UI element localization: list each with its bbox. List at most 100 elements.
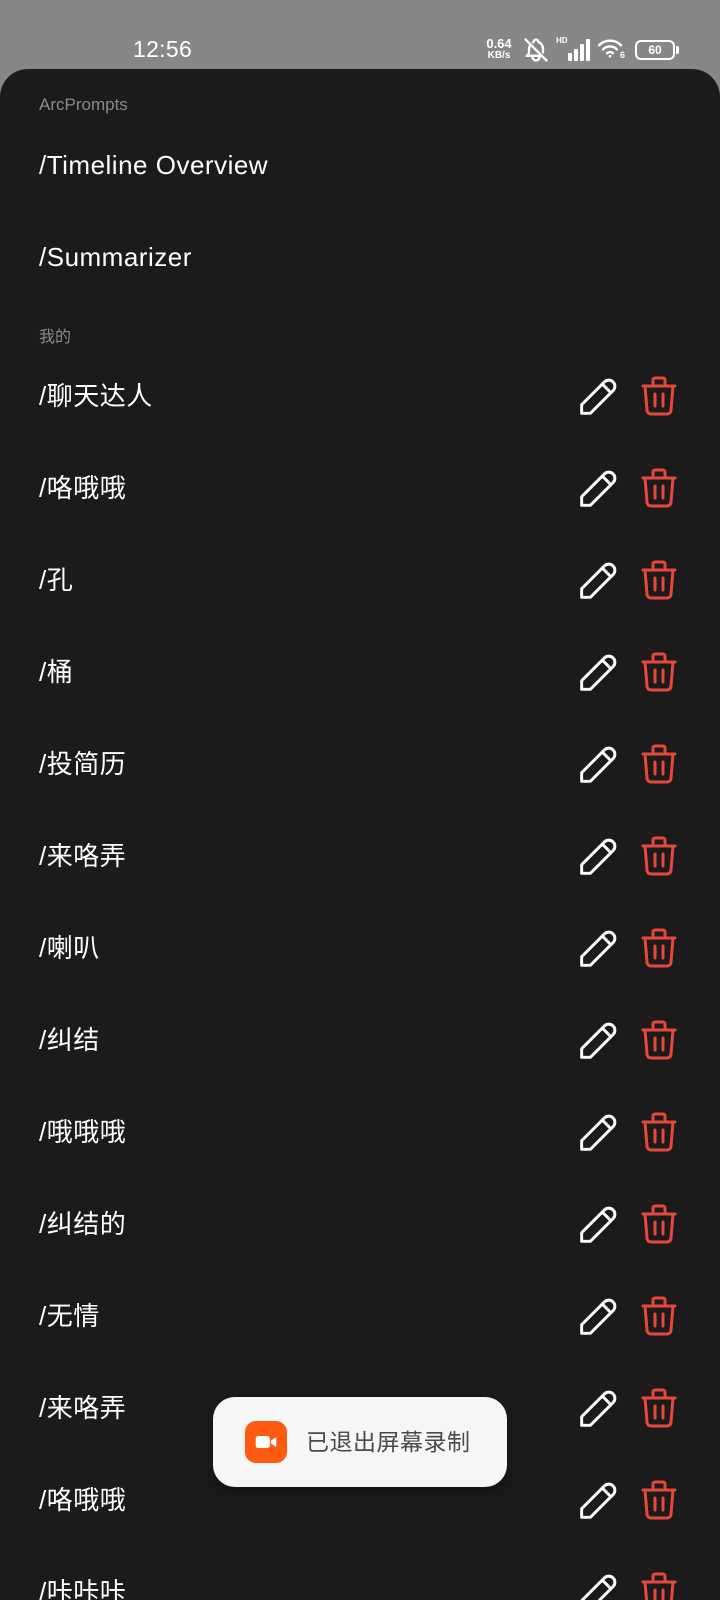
prompt-label: /纠结的 [39,1209,127,1239]
prompt-label: /哦哦哦 [39,1117,127,1147]
prompt-label: /咔咔咔 [39,1577,127,1600]
status-bar: 12:56 0.64 KB/s HD 6 60 [0,0,720,69]
pencil-icon [573,830,625,882]
edit-button[interactable] [573,1106,625,1158]
pencil-icon [573,554,625,606]
trash-icon [635,1384,683,1432]
pencil-icon [573,1014,625,1066]
trash-icon [635,1016,683,1064]
prompt-item[interactable]: /哦哦哦 [0,1086,720,1178]
pencil-icon [573,738,625,790]
delete-button[interactable] [635,648,683,696]
network-speed-unit: KB/s [487,50,511,61]
toast-message: 已退出屏幕录制 [306,1429,471,1455]
edit-button[interactable] [573,738,625,790]
prompt-label: /无情 [39,1301,100,1331]
trash-icon [635,464,683,512]
trash-icon [635,648,683,696]
wifi-icon: 6 [596,37,628,61]
wifi-generation-label: 6 [620,50,626,60]
trash-icon [635,1200,683,1248]
bell-off-icon [522,36,550,64]
prompt-item[interactable]: /喇叭 [0,902,720,994]
prompt-label: /喇叭 [39,933,100,963]
delete-button[interactable] [635,1384,683,1432]
edit-button[interactable] [573,554,625,606]
edit-button[interactable] [573,1566,625,1600]
delete-button[interactable] [635,1568,683,1600]
edit-button[interactable] [573,370,625,422]
edit-button[interactable] [573,462,625,514]
delete-button[interactable] [635,464,683,512]
delete-button[interactable] [635,372,683,420]
status-time: 12:56 [133,36,193,62]
network-speed: 0.64 KB/s [482,37,516,61]
cellular-signal-icon: HD [556,36,591,61]
trash-icon [635,832,683,880]
edit-button[interactable] [573,1014,625,1066]
prompt-label: /桶 [39,657,74,687]
prompt-picker-sheet: ArcPrompts /Timeline Overview /Summarize… [0,69,720,1600]
delete-button[interactable] [635,556,683,604]
pencil-icon [573,646,625,698]
delete-button[interactable] [635,1200,683,1248]
section-header-my-prompts: 我的 [39,329,72,346]
edit-button[interactable] [573,830,625,882]
delete-button[interactable] [635,740,683,788]
prompt-label: /来咯弄 [39,1393,127,1423]
prompt-item[interactable]: /来咯弄 [0,810,720,902]
edit-button[interactable] [573,1198,625,1250]
prompt-label: /Summarizer [39,242,192,272]
trash-icon [635,1292,683,1340]
delete-button[interactable] [635,1476,683,1524]
delete-button[interactable] [635,1016,683,1064]
prompt-label: /咯哦哦 [39,1485,127,1515]
prompt-label: /投简历 [39,749,127,779]
prompt-item[interactable]: /纠结的 [0,1178,720,1270]
prompt-item[interactable]: /桶 [0,626,720,718]
prompt-item[interactable]: /纠结 [0,994,720,1086]
prompt-label: /来咯弄 [39,841,127,871]
trash-icon [635,372,683,420]
edit-button[interactable] [573,1474,625,1526]
pencil-icon [573,1198,625,1250]
edit-button[interactable] [573,1290,625,1342]
delete-button[interactable] [635,924,683,972]
pencil-icon [573,370,625,422]
delete-button[interactable] [635,1108,683,1156]
pencil-icon [573,1382,625,1434]
video-camera-icon [245,1421,287,1463]
prompt-label: /纠结 [39,1025,100,1055]
pencil-icon [573,1106,625,1158]
prompt-item[interactable]: /无情 [0,1270,720,1362]
trash-icon [635,740,683,788]
delete-button[interactable] [635,832,683,880]
pencil-icon [573,1474,625,1526]
pencil-icon [573,1290,625,1342]
prompt-item[interactable]: /Summarizer [0,211,720,303]
screen-recording-toast: 已退出屏幕录制 [213,1397,507,1487]
edit-button[interactable] [573,922,625,974]
edit-button[interactable] [573,646,625,698]
trash-icon [635,1476,683,1524]
prompt-label: /孔 [39,565,74,595]
prompt-item[interactable]: /咯哦哦 [0,442,720,534]
prompt-item[interactable]: /投简历 [0,718,720,810]
signal-hd-label: HD [556,36,568,45]
prompt-label: /聊天达人 [39,381,153,411]
trash-icon [635,556,683,604]
delete-button[interactable] [635,1292,683,1340]
prompt-item[interactable]: /聊天达人 [0,350,720,442]
pencil-icon [573,922,625,974]
prompt-item[interactable]: /咔咔咔 [0,1546,720,1600]
battery-terminal [676,46,679,54]
prompt-item[interactable]: /Timeline Overview [0,119,720,211]
pencil-icon [573,1566,625,1600]
edit-button[interactable] [573,1382,625,1434]
trash-icon [635,1108,683,1156]
trash-icon [635,924,683,972]
pencil-icon [573,462,625,514]
section-header-arcprompts: ArcPrompts [39,95,128,114]
network-speed-value: 0.64 [486,36,512,51]
prompt-item[interactable]: /孔 [0,534,720,626]
